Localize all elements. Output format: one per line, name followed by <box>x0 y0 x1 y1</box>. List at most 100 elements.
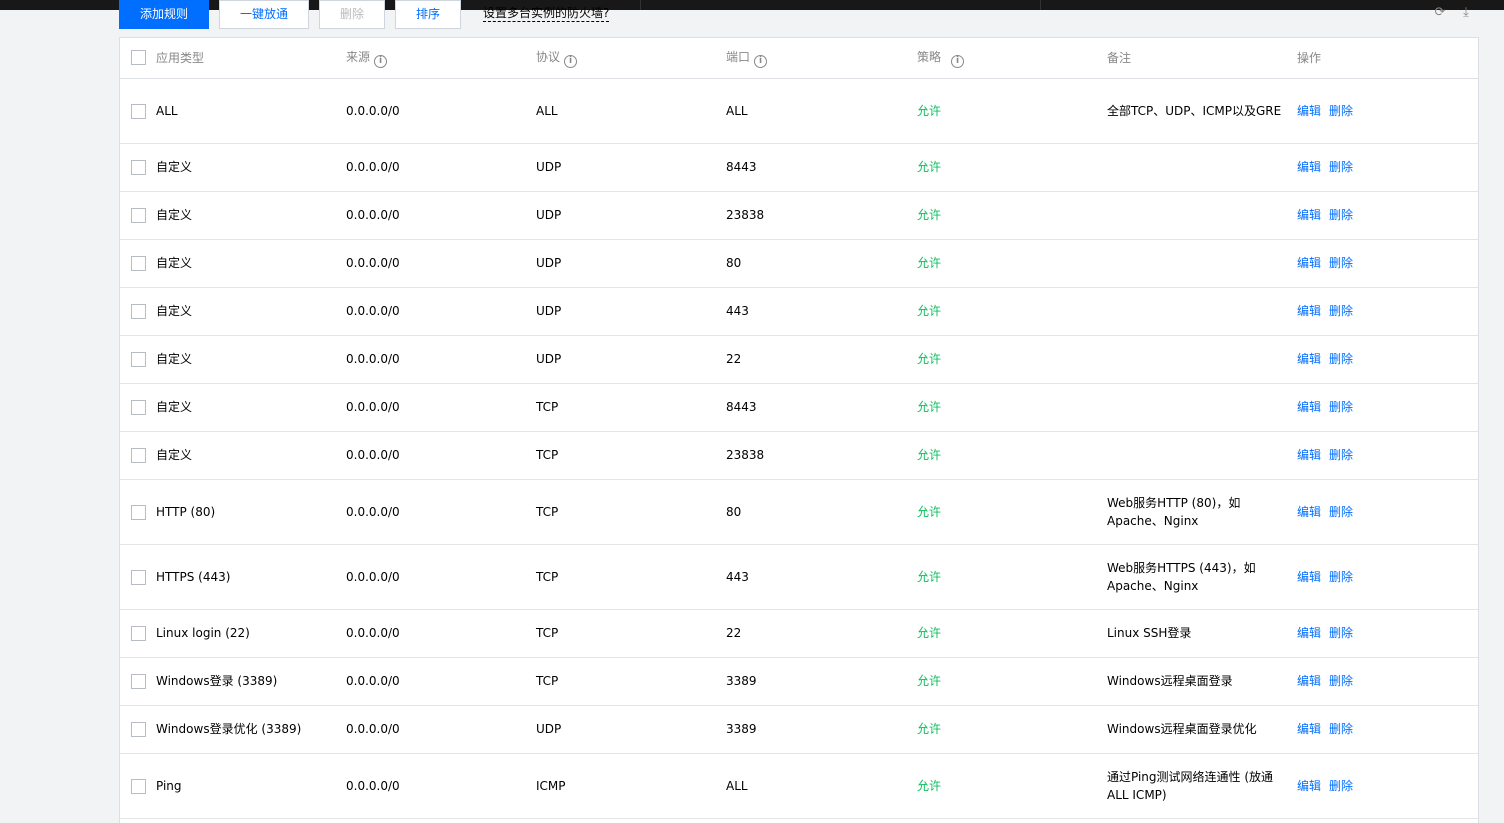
cell-port: 23838 <box>726 431 917 480</box>
header-note-label: 备注 <box>1107 51 1132 66</box>
delete-link[interactable]: 删除 <box>1329 160 1353 174</box>
row-checkbox[interactable] <box>131 352 146 367</box>
cell-protocol: UDP <box>536 191 726 240</box>
select-all-checkbox[interactable] <box>131 50 146 66</box>
edit-link[interactable]: 编辑 <box>1297 505 1321 519</box>
cell-source: 0.0.0.0/0 <box>346 705 536 754</box>
table-row: 自定义 0.0.0.0/0 TCP 8443 允许 编辑 删除 <box>120 383 1478 432</box>
toolbar: 添加规则 一键放通 删除 排序 设置多台实例的防火墙? ⟳ ⤓ <box>119 0 1479 30</box>
edit-link[interactable]: 编辑 <box>1297 160 1321 174</box>
row-checkbox[interactable] <box>131 722 146 737</box>
info-icon[interactable]: i <box>754 54 768 68</box>
cell-note <box>1107 287 1297 336</box>
row-checkbox[interactable] <box>131 256 146 271</box>
delete-link[interactable]: 删除 <box>1329 256 1353 270</box>
cell-note: Windows远程桌面登录优化 <box>1107 705 1297 754</box>
row-checkbox[interactable] <box>131 626 146 641</box>
cell-protocol: UDP <box>536 239 726 288</box>
cell-policy: 允许 <box>917 191 1107 240</box>
cell-policy: 允许 <box>917 431 1107 480</box>
edit-link[interactable]: 编辑 <box>1297 400 1321 414</box>
edit-link[interactable]: 编辑 <box>1297 779 1321 793</box>
edit-link[interactable]: 编辑 <box>1297 104 1321 118</box>
delete-link[interactable]: 删除 <box>1329 448 1353 462</box>
row-checkbox[interactable] <box>131 448 146 463</box>
cell-type: 自定义 <box>156 191 346 240</box>
cell-type: 自定义 <box>156 383 346 432</box>
edit-link[interactable]: 编辑 <box>1297 208 1321 222</box>
cell-note <box>1107 143 1297 192</box>
row-checkbox[interactable] <box>131 103 146 119</box>
cell-note <box>1107 383 1297 432</box>
row-checkbox[interactable] <box>131 674 146 689</box>
cell-policy: 允许 <box>917 479 1107 545</box>
cell-type: 自定义 <box>156 143 346 192</box>
edit-link[interactable]: 编辑 <box>1297 722 1321 736</box>
row-checkbox[interactable] <box>131 208 146 223</box>
row-checkbox[interactable] <box>131 400 146 415</box>
cell-source: 0.0.0.0/0 <box>346 609 536 658</box>
edit-link[interactable]: 编辑 <box>1297 256 1321 270</box>
multi-instance-firewall-link[interactable]: 设置多台实例的防火墙? <box>483 0 610 22</box>
cell-port: 22 <box>726 609 917 658</box>
cell-type: HTTP (80) <box>156 479 346 545</box>
cell-protocol: TCP <box>536 383 726 432</box>
download-icon[interactable]: ⤓ <box>1459 6 1473 20</box>
delete-link[interactable]: 删除 <box>1329 779 1353 793</box>
cell-port: 3389 <box>726 657 917 706</box>
cell-port: 443 <box>726 287 917 336</box>
delete-link[interactable]: 删除 <box>1329 626 1353 640</box>
info-icon[interactable]: i <box>564 54 578 68</box>
row-checkbox-cell <box>120 609 156 658</box>
delete-link[interactable]: 删除 <box>1329 570 1353 584</box>
cell-port: 8443 <box>726 143 917 192</box>
table-header-row: 应用类型 来源 i 协议 i 端口 i 策略 i 备注 操作 <box>120 38 1478 79</box>
info-icon[interactable]: i <box>951 54 965 68</box>
delete-link[interactable]: 删除 <box>1329 505 1353 519</box>
delete-link[interactable]: 删除 <box>1329 208 1353 222</box>
cell-protocol: TCP <box>536 431 726 480</box>
delete-link[interactable]: 删除 <box>1329 400 1353 414</box>
row-checkbox[interactable] <box>131 304 146 319</box>
cell-type: 自定义 <box>156 239 346 288</box>
table-row: 自定义 0.0.0.0/0 UDP 80 允许 编辑 删除 <box>120 239 1478 288</box>
delete-link[interactable]: 删除 <box>1329 722 1353 736</box>
cell-ops: 编辑 删除 <box>1297 239 1478 288</box>
edit-link[interactable]: 编辑 <box>1297 674 1321 688</box>
cell-port: ALL <box>726 78 917 144</box>
table-row: 自定义 0.0.0.0/0 UDP 8443 允许 编辑 删除 <box>120 143 1478 192</box>
delete-link[interactable]: 删除 <box>1329 674 1353 688</box>
row-checkbox[interactable] <box>131 569 146 585</box>
edit-link[interactable]: 编辑 <box>1297 570 1321 584</box>
add-rule-button[interactable]: 添加规则 <box>119 0 209 29</box>
info-icon[interactable]: i <box>374 54 388 68</box>
delete-link[interactable]: 删除 <box>1329 352 1353 366</box>
header-checkbox-cell <box>120 38 156 79</box>
sort-button[interactable]: 排序 <box>395 0 461 29</box>
delete-link[interactable]: 删除 <box>1329 104 1353 118</box>
edit-link[interactable]: 编辑 <box>1297 352 1321 366</box>
row-checkbox[interactable] <box>131 160 146 175</box>
row-checkbox[interactable] <box>131 778 146 794</box>
edit-link[interactable]: 编辑 <box>1297 304 1321 318</box>
cell-source: 0.0.0.0/0 <box>346 78 536 144</box>
row-checkbox-cell <box>120 191 156 240</box>
cell-policy: 允许 <box>917 383 1107 432</box>
delete-link[interactable]: 删除 <box>1329 304 1353 318</box>
cell-protocol: UDP <box>536 287 726 336</box>
cell-protocol: TCP <box>536 544 726 610</box>
header-type-label: 应用类型 <box>156 51 205 66</box>
cell-port: 22 <box>726 335 917 384</box>
row-checkbox[interactable] <box>131 504 146 520</box>
delete-button[interactable]: 删除 <box>319 0 385 29</box>
cell-ops: 编辑 删除 <box>1297 191 1478 240</box>
cell-protocol: ICMP <box>536 753 726 819</box>
cell-ops: 编辑 删除 <box>1297 383 1478 432</box>
cell-ops: 编辑 删除 <box>1297 657 1478 706</box>
one-click-open-button[interactable]: 一键放通 <box>219 0 309 29</box>
row-checkbox-cell <box>120 383 156 432</box>
refresh-icon[interactable]: ⟳ <box>1433 6 1447 20</box>
edit-link[interactable]: 编辑 <box>1297 448 1321 462</box>
cell-source: 0.0.0.0/0 <box>346 143 536 192</box>
edit-link[interactable]: 编辑 <box>1297 626 1321 640</box>
